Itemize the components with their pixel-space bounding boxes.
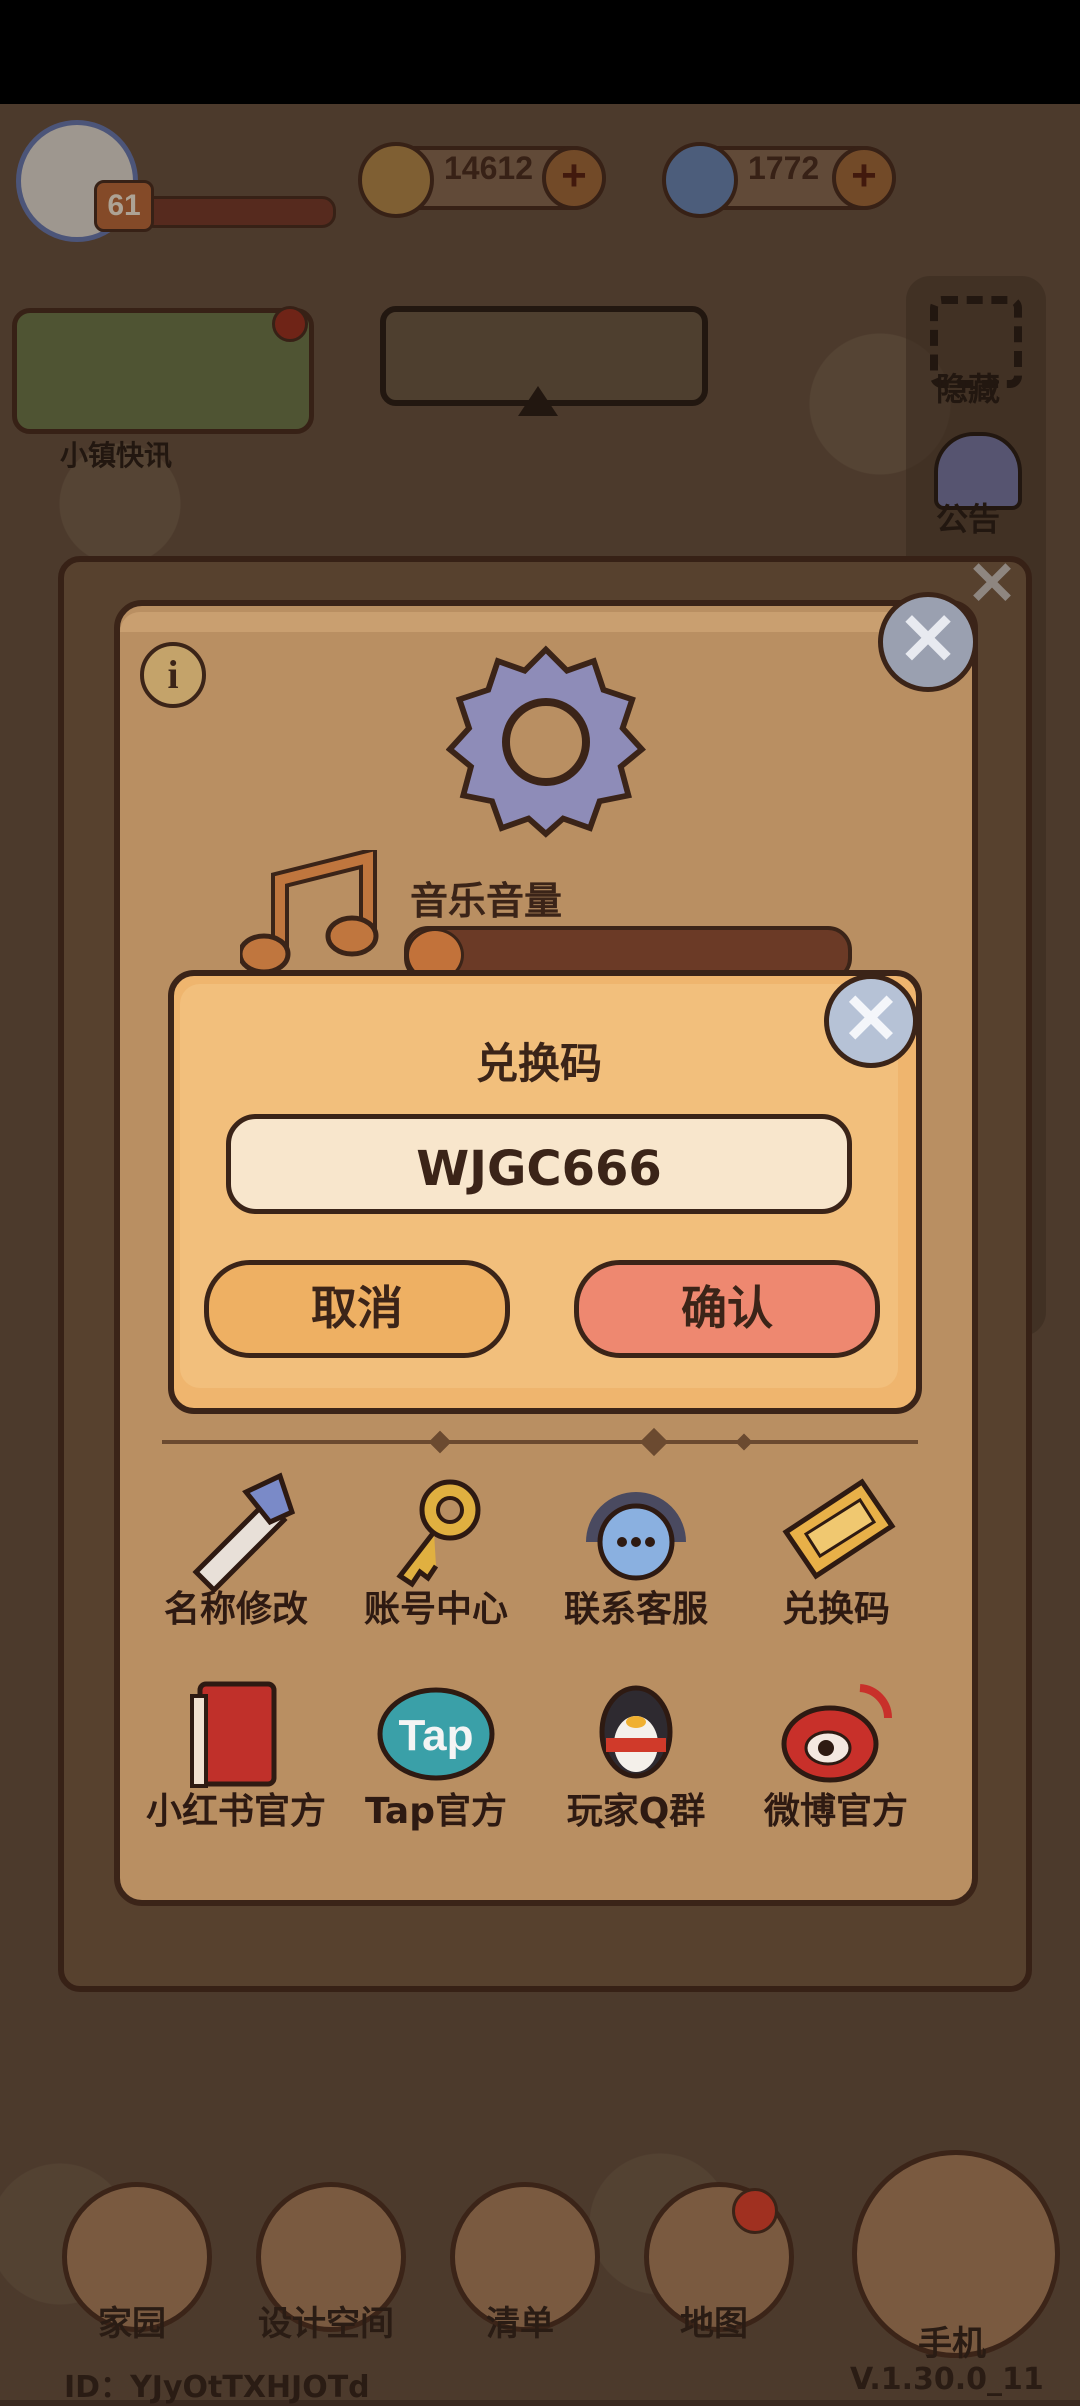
settings-close-button[interactable]: ✕	[878, 592, 978, 692]
status-bar	[0, 0, 1080, 104]
grid-item-tap[interactable]: Tap Tap官方	[336, 1674, 536, 1844]
player-id: ID：YJyOtTXHJOTd	[64, 2370, 370, 2405]
grid-item-xiaohongshu[interactable]: 小红书官方	[136, 1674, 336, 1844]
info-button[interactable]: i	[140, 642, 206, 708]
grid-label: 名称修改	[163, 1589, 308, 1630]
grid-label: 联系客服	[563, 1589, 708, 1630]
ticket-icon	[782, 1478, 896, 1580]
settings-panel-highlight	[120, 612, 960, 632]
headset-icon	[586, 1492, 686, 1581]
grid-item-qq-group[interactable]: 玩家Q群	[536, 1674, 736, 1844]
grid-label: 账号中心	[363, 1589, 508, 1630]
grid-label: 微博官方	[763, 1791, 908, 1832]
red-book-icon	[190, 1681, 277, 1788]
grid-item-rename[interactable]: 名称修改	[136, 1472, 336, 1642]
redeem-code-input[interactable]: WJGC666	[226, 1114, 852, 1214]
tap-icon: Tap	[377, 1687, 495, 1781]
nav-list-label: 清单	[486, 2304, 554, 2344]
confirm-button[interactable]: 确认	[574, 1260, 880, 1358]
grid-label: 玩家Q群	[566, 1791, 706, 1832]
nav-phone-label: 手机	[918, 2324, 986, 2364]
grid-item-support[interactable]: 联系客服	[536, 1472, 736, 1642]
grid-label: 兑换码	[781, 1589, 890, 1630]
key-icon	[396, 1479, 481, 1588]
notification-dot	[732, 2188, 778, 2234]
version-label: V.1.30.0_11	[850, 2362, 1044, 2397]
music-note-icon	[240, 850, 379, 975]
nav-design-label: 设计空间	[258, 2304, 394, 2344]
redeem-close-button[interactable]: ✕	[824, 974, 918, 1068]
music-volume-label: 音乐音量	[410, 879, 563, 923]
grid-label: Tap官方	[365, 1791, 507, 1832]
svg-text:Tap: Tap	[399, 1711, 474, 1760]
grid-item-account[interactable]: 账号中心	[336, 1472, 536, 1642]
grid-item-weibo[interactable]: 微博官方	[736, 1674, 936, 1844]
grid-label: 小红书官方	[145, 1791, 326, 1832]
nav-home-label: 家园	[98, 2304, 166, 2344]
divider	[162, 1440, 918, 1444]
pencil-icon	[192, 1472, 296, 1592]
cancel-button[interactable]: 取消	[204, 1260, 510, 1358]
redeem-dialog-title: 兑换码	[475, 1039, 602, 1088]
weibo-icon	[781, 1684, 893, 1783]
gear-icon	[446, 645, 646, 838]
nav-map-label: 地图	[680, 2304, 748, 2344]
penguin-icon	[599, 1685, 673, 1779]
grid-item-redeem-code[interactable]: 兑换码	[736, 1472, 936, 1642]
